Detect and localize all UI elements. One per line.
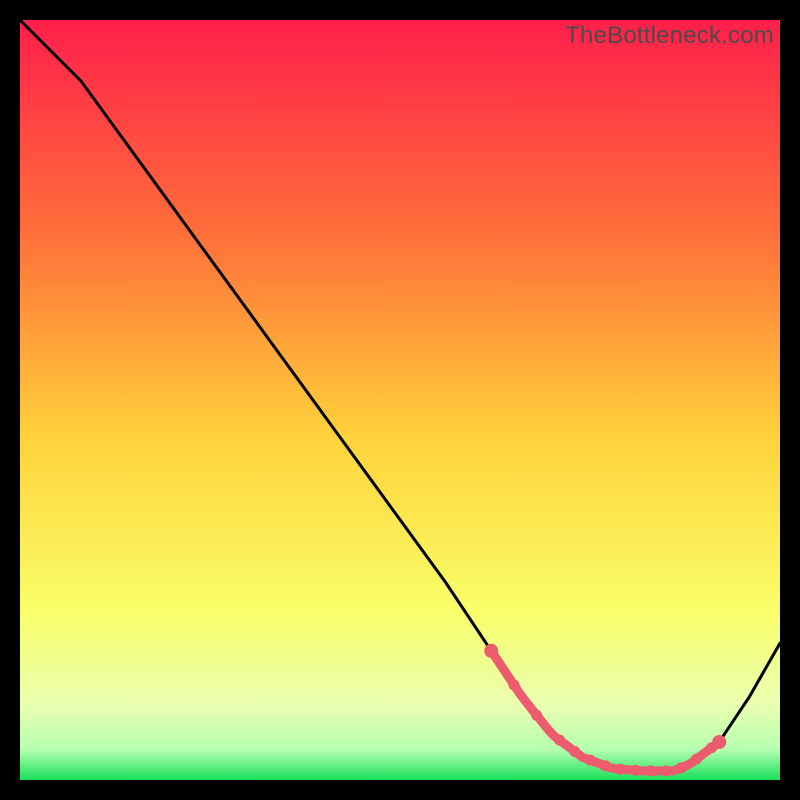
highlight-dot (509, 680, 520, 691)
watermark-text: TheBottleneck.com (565, 22, 774, 50)
highlight-dot (484, 644, 498, 658)
gradient-background (20, 20, 780, 780)
highlight-dot (691, 754, 702, 765)
highlight-dot (630, 765, 641, 776)
chart-svg (20, 20, 780, 780)
highlight-dot (645, 765, 656, 776)
chart-plot: TheBottleneck.com (20, 20, 780, 780)
highlight-dot (600, 760, 611, 771)
highlight-dot (585, 755, 596, 766)
highlight-dot (661, 765, 672, 776)
highlight-dot (531, 710, 542, 721)
highlight-dot (676, 762, 687, 773)
highlight-dot (712, 735, 726, 749)
highlight-dot (569, 746, 580, 757)
highlight-dot (615, 764, 626, 775)
chart-frame: TheBottleneck.com (20, 20, 780, 780)
highlight-dot (554, 735, 565, 746)
